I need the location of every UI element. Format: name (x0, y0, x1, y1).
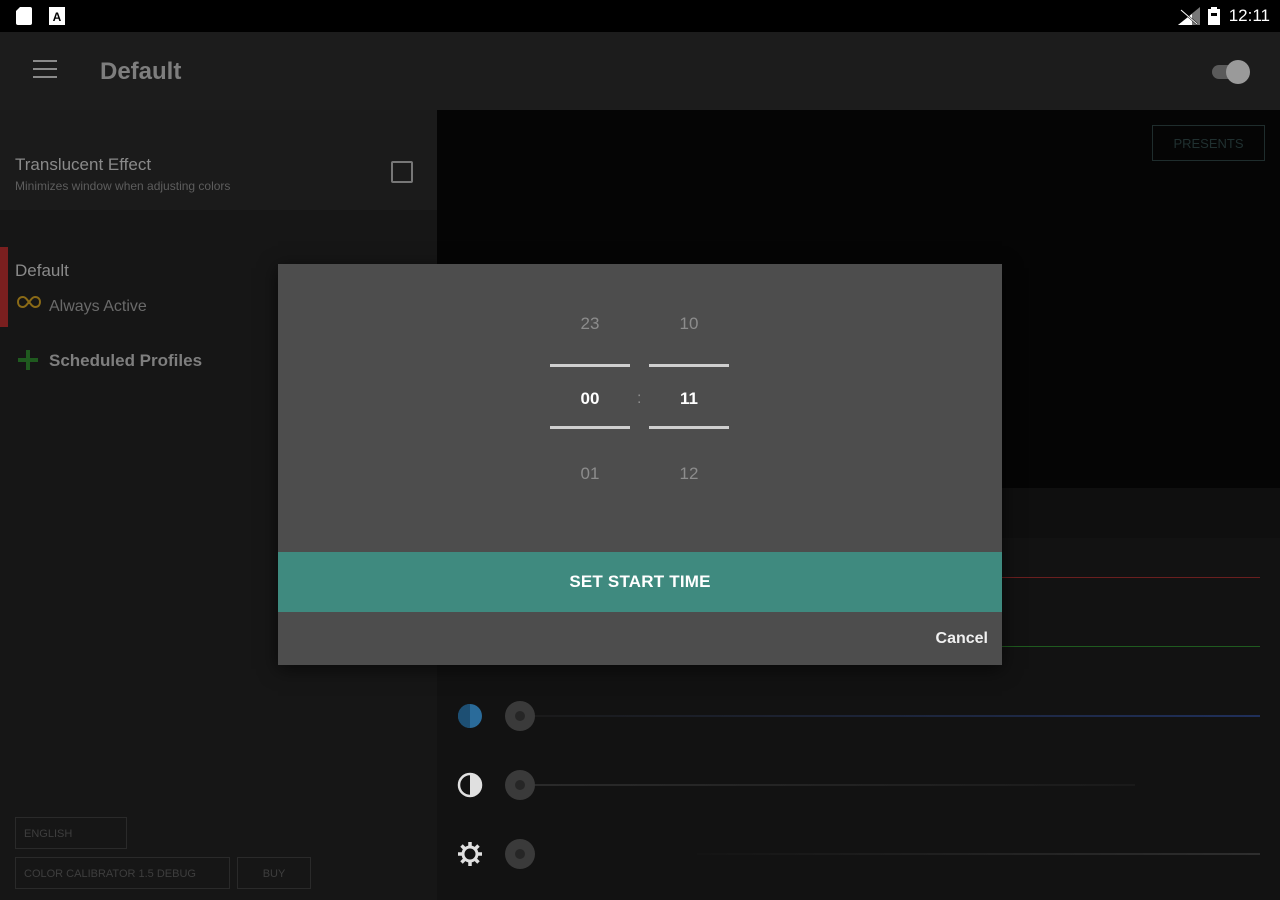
no-signal-icon (1178, 7, 1200, 25)
hour-next-value: 01 (580, 464, 600, 483)
svg-text:A: A (53, 10, 62, 24)
hour-picker[interactable]: 23 (550, 314, 630, 334)
clock: 12:11 (1228, 6, 1270, 25)
status-bar: A 12:11 (0, 0, 1280, 32)
minute-next[interactable]: 12 (649, 464, 729, 484)
set-start-time-button[interactable]: SET START TIME (278, 552, 1002, 612)
time-picker-dialog: 23 00 01 : 10 11 12 SET START TIME Cance… (278, 264, 1002, 665)
cancel-button[interactable]: Cancel (936, 630, 988, 648)
hour-divider-bottom (550, 426, 630, 429)
minute-divider-bottom (649, 426, 729, 429)
hour-next[interactable]: 01 (550, 464, 630, 484)
minute-next-value: 12 (679, 464, 699, 483)
hour-selected[interactable]: 00 (550, 389, 630, 409)
battery-icon (1208, 7, 1220, 25)
minute-picker[interactable]: 10 (649, 314, 729, 334)
sd-card-icon (16, 7, 32, 25)
time-separator: : (637, 390, 642, 407)
minute-selected[interactable]: 11 (649, 389, 729, 409)
minute-divider-top (649, 364, 729, 367)
autofill-icon: A (49, 7, 65, 25)
hour-selected-value: 00 (580, 389, 600, 408)
hour-divider-top (550, 364, 630, 367)
hour-prev-value[interactable]: 23 (550, 314, 630, 334)
minute-prev-value[interactable]: 10 (649, 314, 729, 334)
minute-selected-value: 11 (680, 389, 698, 408)
